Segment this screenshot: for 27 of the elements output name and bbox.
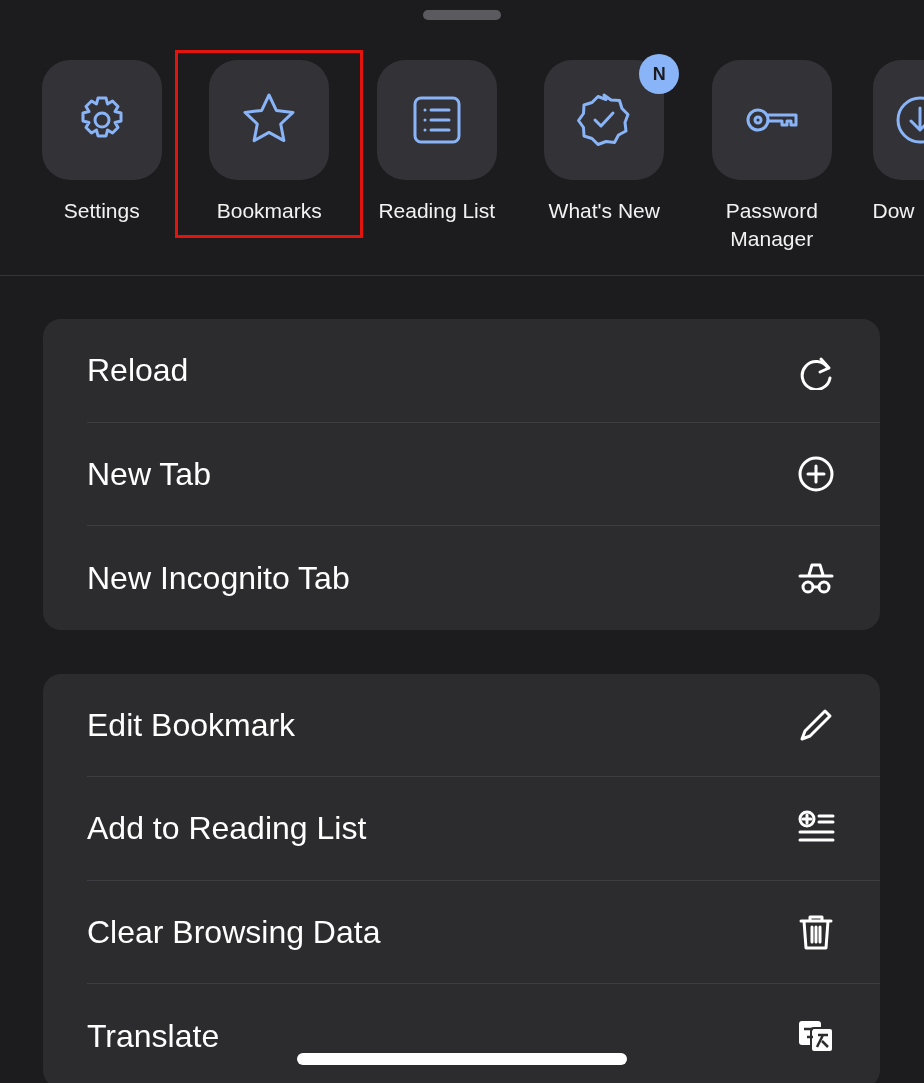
menu-item[interactable]: Clear Browsing Data — [87, 880, 880, 984]
menu-item[interactable]: New Tab — [87, 422, 880, 526]
shortcut-tile[interactable] — [544, 60, 665, 180]
shortcut-tile[interactable] — [41, 60, 162, 180]
drag-handle[interactable] — [423, 10, 501, 20]
menu-item[interactable]: Edit Bookmark — [87, 673, 880, 777]
shortcut-label: Reading List — [377, 198, 497, 224]
menu-item[interactable]: Reload — [87, 319, 880, 423]
menu-item-label: New Tab — [87, 454, 211, 494]
menu-item[interactable]: New Incognito Tab — [87, 526, 880, 630]
menu-item-label: Translate — [87, 1016, 220, 1056]
menu-item-label: Reload — [87, 351, 189, 391]
menu-item-label: New Incognito Tab — [87, 558, 350, 598]
shortcut-tile[interactable] — [711, 60, 832, 180]
shortcut-label: Password Manager — [724, 198, 819, 252]
menu-item-label: Edit Bookmark — [87, 705, 296, 745]
menu-item-label: Add to Reading List — [87, 809, 367, 849]
menu-item-label: Clear Browsing Data — [87, 912, 381, 952]
shortcut-label: Bookmarks — [215, 198, 323, 224]
shortcut-tile[interactable] — [376, 60, 497, 180]
menu-item[interactable]: Add to Reading List — [87, 777, 880, 881]
shortcut-label: What's New — [547, 198, 661, 224]
shortcut-tile[interactable] — [209, 60, 330, 180]
shortcut-label: Settings — [62, 198, 141, 224]
new-badge: N — [639, 54, 680, 94]
menu-item[interactable]: Translate — [87, 984, 880, 1083]
shortcut-label: Dow — [872, 198, 916, 224]
